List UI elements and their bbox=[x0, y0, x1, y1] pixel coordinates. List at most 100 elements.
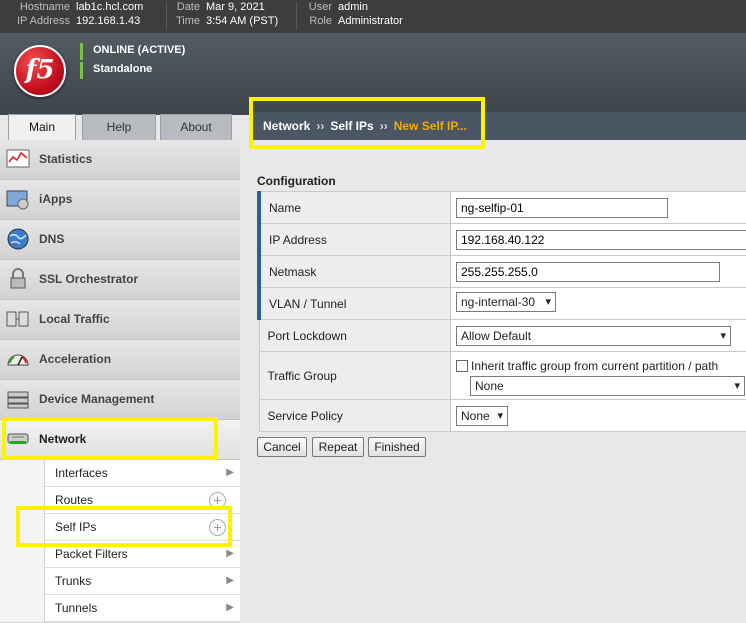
nav-item-device-management[interactable]: Device Management bbox=[0, 380, 240, 420]
ip-address-value: 192.168.1.43 bbox=[76, 15, 141, 27]
chevron-right-icon: ▶ bbox=[226, 548, 234, 559]
chevron-down-icon: ▾ bbox=[734, 379, 740, 392]
date-value: Mar 9, 2021 bbox=[206, 1, 265, 13]
banner-header: f5 ONLINE (ACTIVE) Standalone bbox=[0, 33, 746, 115]
ip-address-row: IP Address bbox=[257, 223, 746, 256]
chevron-right-icon: ▶ bbox=[226, 575, 234, 586]
breadcrumb-self-ips[interactable]: Self IPs bbox=[330, 119, 373, 133]
netmask-row: Netmask bbox=[257, 255, 746, 288]
add-route-icon[interactable]: + bbox=[209, 492, 226, 509]
configuration-table: Name IP Address Netmask VLAN / Tunnel ng… bbox=[257, 191, 746, 432]
date-time-info: Date Mar 9, 2021 Time 3:54 AM (PST) bbox=[170, 0, 292, 28]
date-label: Date bbox=[176, 1, 200, 13]
left-navigation: Statistics iApps DNS SSL Orchestrator Lo… bbox=[0, 140, 240, 623]
status-online: ONLINE (ACTIVE) bbox=[80, 43, 185, 60]
iapps-icon bbox=[6, 190, 29, 210]
main-content: Configuration Name IP Address Netmask VL… bbox=[240, 140, 746, 623]
chevron-down-icon: ▾ bbox=[545, 296, 551, 308]
traffic-group-row: Traffic Group Inherit traffic group from… bbox=[258, 351, 746, 400]
user-info: User admin Role Administrator bbox=[300, 0, 440, 28]
nav-item-acceleration[interactable]: Acceleration bbox=[0, 340, 240, 380]
nav-item-ssl-orchestrator[interactable]: SSL Orchestrator bbox=[0, 260, 240, 300]
local-traffic-icon bbox=[6, 311, 29, 327]
role-label: Role bbox=[309, 15, 332, 27]
breadcrumb-separator: ›› bbox=[379, 119, 388, 133]
nav-item-dns[interactable]: DNS bbox=[0, 220, 240, 260]
service-policy-label: Service Policy bbox=[258, 399, 451, 432]
nav-item-label: Local Traffic bbox=[39, 312, 110, 326]
subnav-label: Trunks bbox=[55, 574, 92, 588]
subnav-self-ips[interactable]: Self IPs + bbox=[44, 514, 240, 541]
breadcrumb-separator: ›› bbox=[316, 119, 325, 133]
chevron-down-icon: ▾ bbox=[497, 409, 503, 422]
time-label: Time bbox=[175, 15, 200, 27]
subnav-tunnels[interactable]: Tunnels ▶ bbox=[44, 595, 240, 622]
dns-globe-icon bbox=[7, 228, 29, 250]
nav-item-statistics[interactable]: Statistics bbox=[0, 140, 240, 180]
hostname-value: lab1c.hcl.com bbox=[76, 1, 144, 13]
nav-item-label: Network bbox=[39, 432, 87, 446]
subnav-label: Routes bbox=[55, 493, 94, 507]
ssl-lock-icon bbox=[10, 268, 26, 289]
subnav-interfaces[interactable]: Interfaces ▶ bbox=[44, 460, 240, 487]
nav-item-label: DNS bbox=[39, 232, 65, 246]
nav-item-network[interactable]: Network bbox=[0, 420, 240, 460]
nav-item-local-traffic[interactable]: Local Traffic bbox=[0, 300, 240, 340]
vlan-select[interactable]: ng-internal-30 ▾ bbox=[456, 292, 556, 312]
service-policy-selected: None bbox=[461, 408, 490, 423]
netmask-label: Netmask bbox=[257, 255, 451, 288]
host-info: Hostname lab1c.hcl.com IP Address 192.168.… bbox=[4, 0, 164, 28]
traffic-group-label: Traffic Group bbox=[258, 351, 451, 400]
vlan-label: VLAN / Tunnel bbox=[257, 287, 451, 320]
netmask-input[interactable] bbox=[456, 261, 720, 282]
nav-item-label: Acceleration bbox=[39, 352, 112, 366]
vlan-row: VLAN / Tunnel ng-internal-30 ▾ bbox=[257, 287, 746, 320]
device-management-icon bbox=[7, 391, 29, 409]
hostname-label: Hostname bbox=[19, 1, 70, 13]
tab-help[interactable]: Help bbox=[82, 114, 156, 140]
cancel-button[interactable]: Cancel bbox=[257, 437, 307, 457]
name-row: Name bbox=[257, 191, 746, 224]
port-lockdown-select[interactable]: Allow Default ▾ bbox=[456, 325, 731, 346]
service-policy-row: Service Policy None ▾ bbox=[258, 399, 746, 432]
acceleration-gauge-icon bbox=[7, 354, 29, 366]
nav-item-iapps[interactable]: iApps bbox=[0, 180, 240, 220]
tab-main[interactable]: Main bbox=[8, 114, 76, 142]
f5-logo: f5 bbox=[14, 45, 66, 97]
subnav-routes[interactable]: Routes + bbox=[44, 487, 240, 514]
service-policy-select[interactable]: None ▾ bbox=[456, 405, 508, 426]
chevron-right-icon: ▶ bbox=[226, 467, 234, 478]
network-submenu: Interfaces ▶ Routes + Self IPs + Packet Fil… bbox=[0, 460, 240, 622]
vlan-selected: ng-internal-30 bbox=[461, 295, 536, 309]
port-lockdown-row: Port Lockdown Allow Default ▾ bbox=[258, 319, 746, 352]
port-lockdown-label: Port Lockdown bbox=[258, 319, 451, 352]
statistics-icon bbox=[6, 149, 30, 168]
chevron-down-icon: ▾ bbox=[720, 329, 726, 342]
subnav-label: Self IPs bbox=[55, 520, 97, 534]
subnav-label: Interfaces bbox=[55, 466, 108, 480]
nav-item-label: Device Management bbox=[39, 392, 155, 406]
user-value: admin bbox=[338, 1, 368, 13]
finished-button[interactable]: Finished bbox=[368, 437, 426, 457]
name-input[interactable] bbox=[456, 197, 668, 218]
tab-about[interactable]: About bbox=[160, 114, 232, 140]
role-value: Administrator bbox=[338, 15, 403, 27]
ip-address-input[interactable] bbox=[456, 229, 746, 250]
subnav-packet-filters[interactable]: Packet Filters ▶ bbox=[44, 541, 240, 568]
inherit-traffic-group-label: Inherit traffic group from current parti… bbox=[471, 358, 719, 373]
inherit-traffic-group-checkbox[interactable] bbox=[456, 360, 468, 373]
breadcrumb-network[interactable]: Network bbox=[263, 119, 310, 133]
subnav-trunks[interactable]: Trunks ▶ bbox=[44, 568, 240, 595]
system-info-bar: Hostname lab1c.hcl.com IP Address 192.168.… bbox=[0, 0, 746, 33]
configuration-heading: Configuration bbox=[257, 174, 336, 188]
subnav-label: Packet Filters bbox=[55, 547, 128, 561]
traffic-group-select[interactable]: None ▾ bbox=[470, 375, 745, 396]
status-mode: Standalone bbox=[80, 62, 185, 79]
time-value: 3:54 AM (PST) bbox=[206, 15, 279, 27]
network-icon bbox=[7, 433, 29, 444]
port-lockdown-selected: Allow Default bbox=[461, 328, 532, 343]
subnav-label: Tunnels bbox=[55, 601, 98, 615]
add-self-ip-icon[interactable]: + bbox=[209, 519, 226, 536]
traffic-group-selected: None bbox=[475, 378, 504, 393]
repeat-button[interactable]: Repeat bbox=[312, 437, 364, 457]
